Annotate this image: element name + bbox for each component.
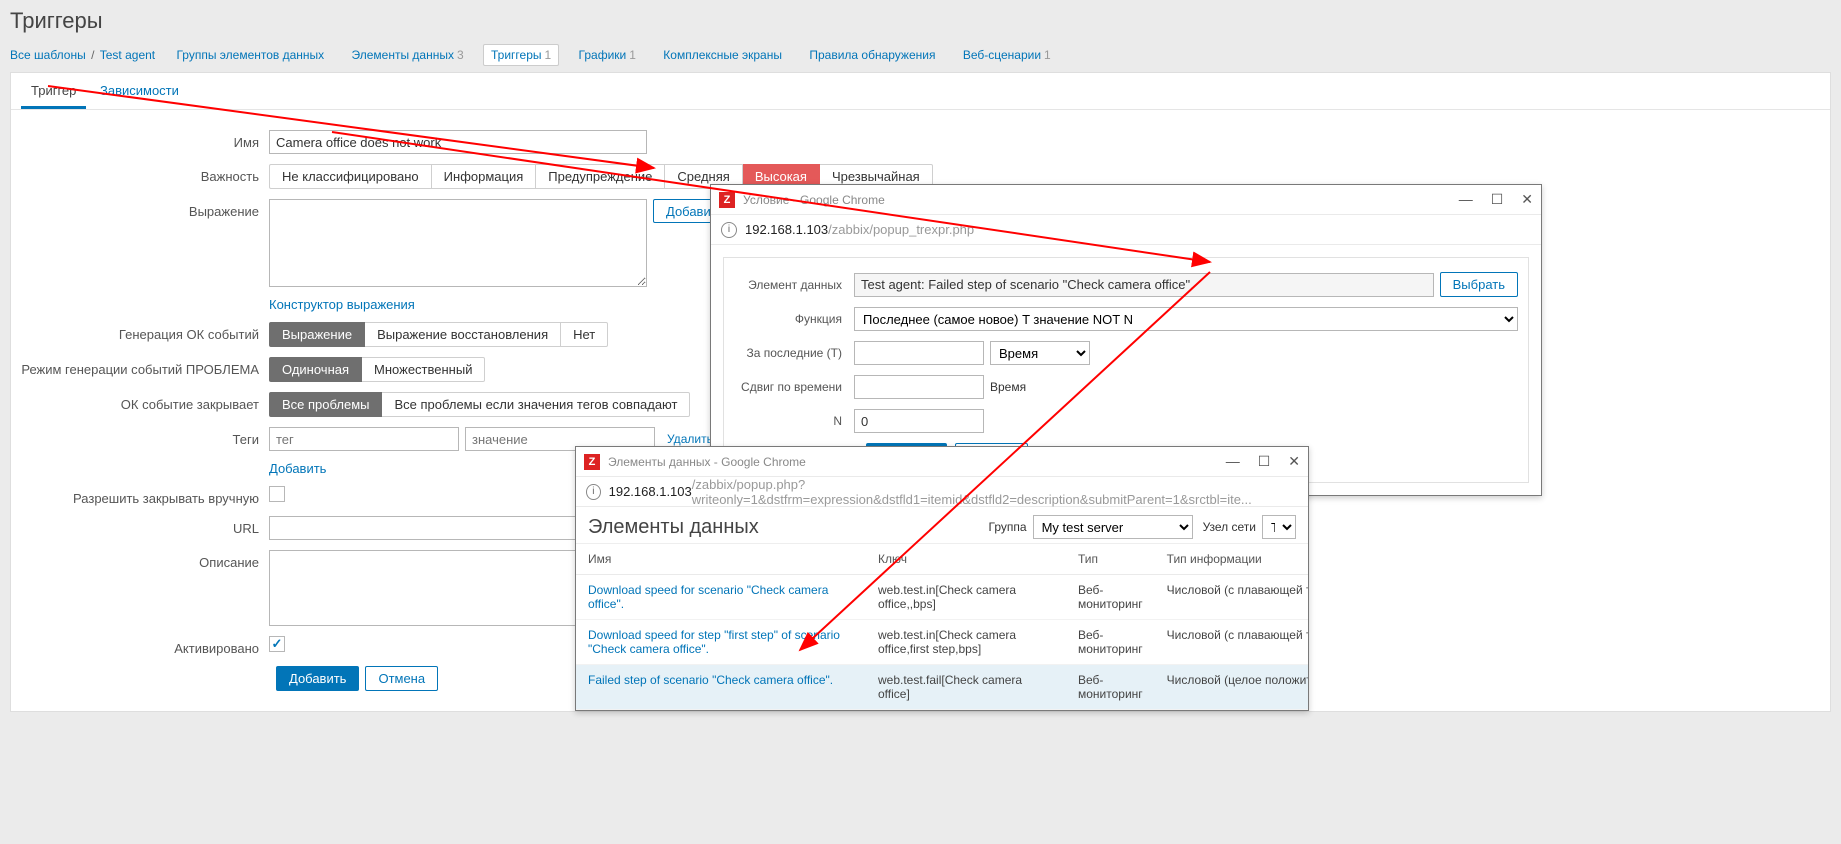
label-tags: Теги <box>11 427 269 447</box>
cond-label-last-t: За последние (T) <box>734 346 854 360</box>
expression-textarea[interactable] <box>269 199 647 287</box>
problem-mode-multiple[interactable]: Множественный <box>362 357 485 382</box>
ok-gen-recovery[interactable]: Выражение восстановления <box>365 322 561 347</box>
maximize-icon[interactable]: ☐ <box>1258 453 1271 470</box>
ok-closes-tags[interactable]: Все проблемы если значения тегов совпада… <box>382 392 690 417</box>
tag-name-input[interactable] <box>269 427 459 451</box>
label-severity: Важность <box>11 164 269 184</box>
tag-add-link[interactable]: Добавить <box>269 461 326 476</box>
nav-graphs[interactable]: Графики1 <box>571 44 644 66</box>
nav-items[interactable]: Элементы данных3 <box>344 44 472 66</box>
item-link[interactable]: Download speed for scenario "Check camer… <box>588 583 828 611</box>
nav-web[interactable]: Веб-сценарии1 <box>955 44 1059 66</box>
cond-label-func: Функция <box>734 312 854 326</box>
col-name: Имя <box>576 544 866 575</box>
label-ok-closes: ОК событие закрывает <box>11 392 269 412</box>
item-link[interactable]: Failed step of scenario "Check camera of… <box>588 673 833 687</box>
label-ok-gen: Генерация ОК событий <box>11 322 269 342</box>
label-problem-mode: Режим генерации событий ПРОБЛЕМА <box>11 357 269 377</box>
minimize-icon[interactable]: — <box>1226 453 1240 470</box>
cond-shift-input[interactable] <box>854 375 984 399</box>
label-url: URL <box>11 516 269 536</box>
page-title: Триггеры <box>10 8 1831 34</box>
minimize-icon[interactable]: — <box>1459 191 1473 208</box>
close-icon[interactable]: ✕ <box>1288 453 1300 470</box>
severity-warning[interactable]: Предупреждение <box>536 164 665 189</box>
info-icon: i <box>586 484 601 500</box>
input-trigger-name[interactable] <box>269 130 647 154</box>
label-name: Имя <box>11 130 269 150</box>
label-host: Узел сети <box>1203 520 1256 534</box>
zabbix-icon: Z <box>584 454 600 470</box>
ok-gen-none[interactable]: Нет <box>561 322 608 347</box>
cond-label-shift: Сдвиг по времени <box>734 380 854 394</box>
form-add-button[interactable]: Добавить <box>276 666 359 691</box>
col-type: Тип <box>1066 544 1155 575</box>
item-link[interactable]: Download speed for step "first step" of … <box>588 628 840 656</box>
cond-item-input <box>854 273 1434 297</box>
table-row[interactable]: Download speed for scenario "Check camer… <box>576 575 1308 620</box>
cond-time-unit-select[interactable]: Время <box>990 341 1090 365</box>
severity-information[interactable]: Информация <box>432 164 537 189</box>
crumb-template[interactable]: Test agent <box>100 48 155 62</box>
label-manual-close: Разрешить закрывать вручную <box>11 486 269 506</box>
col-info: Тип информации <box>1155 544 1308 575</box>
tab-trigger[interactable]: Триггер <box>21 73 86 109</box>
crumb-all-templates[interactable]: Все шаблоны <box>10 48 86 62</box>
form-cancel-button[interactable]: Отмена <box>365 666 438 691</box>
cond-shift-unit: Время <box>990 380 1026 394</box>
tab-dependencies[interactable]: Зависимости <box>90 73 189 109</box>
ok-gen-expression[interactable]: Выражение <box>269 322 365 347</box>
label-enabled: Активировано <box>11 636 269 656</box>
table-row[interactable]: Download speed for step "first step" of … <box>576 620 1308 665</box>
info-icon: i <box>721 222 737 238</box>
nav-discovery[interactable]: Правила обнаружения <box>801 44 943 66</box>
breadcrumbs: Все шаблоны / Test agent Группы элементо… <box>10 44 1831 66</box>
table-row[interactable]: Failed step of scenario "Check camera of… <box>576 665 1308 710</box>
manual-close-checkbox[interactable] <box>269 486 285 502</box>
label-group: Группа <box>989 520 1027 534</box>
host-select[interactable]: Tes <box>1262 515 1296 539</box>
cond-url-path: /zabbix/popup_trexpr.php <box>828 222 974 237</box>
cond-n-input[interactable] <box>854 409 984 433</box>
items-url-host: 192.168.1.103 <box>609 484 692 499</box>
maximize-icon[interactable]: ☐ <box>1491 191 1504 208</box>
group-select[interactable]: My test server <box>1033 515 1193 539</box>
items-url-path: /zabbix/popup.php?writeonly=1&dstfrm=exp… <box>692 477 1298 507</box>
problem-mode-single[interactable]: Одиночная <box>269 357 362 382</box>
nav-item-groups[interactable]: Группы элементов данных <box>168 44 332 66</box>
severity-not-classified[interactable]: Не классифицировано <box>269 164 432 189</box>
items-table: Имя Ключ Тип Тип информации Download spe… <box>576 544 1308 710</box>
cond-label-n: N <box>734 414 854 428</box>
zabbix-icon: Z <box>719 192 735 208</box>
cond-label-item: Элемент данных <box>734 278 854 292</box>
cond-last-t-input[interactable] <box>854 341 984 365</box>
nav-screens[interactable]: Комплексные экраны <box>655 44 790 66</box>
ok-closes-all[interactable]: Все проблемы <box>269 392 382 417</box>
expression-constructor-link[interactable]: Конструктор выражения <box>269 297 415 312</box>
tag-remove-link[interactable]: Удалить <box>667 432 713 446</box>
col-key: Ключ <box>866 544 1066 575</box>
label-desc: Описание <box>11 550 269 570</box>
close-icon[interactable]: ✕ <box>1521 191 1533 208</box>
cond-url-host: 192.168.1.103 <box>745 222 828 237</box>
label-expression: Выражение <box>11 199 269 219</box>
items-heading: Элементы данных <box>588 516 979 539</box>
enabled-checkbox[interactable] <box>269 636 285 652</box>
items-window: Z Элементы данных - Google Chrome — ☐ ✕ … <box>575 446 1309 711</box>
items-window-title: Элементы данных - Google Chrome <box>608 455 1226 469</box>
cond-function-select[interactable]: Последнее (самое новое) T значение NOT N <box>854 307 1518 331</box>
nav-triggers[interactable]: Триггеры1 <box>483 44 559 66</box>
cond-select-button[interactable]: Выбрать <box>1440 272 1518 297</box>
condition-window-title: Условие - Google Chrome <box>743 193 1459 207</box>
